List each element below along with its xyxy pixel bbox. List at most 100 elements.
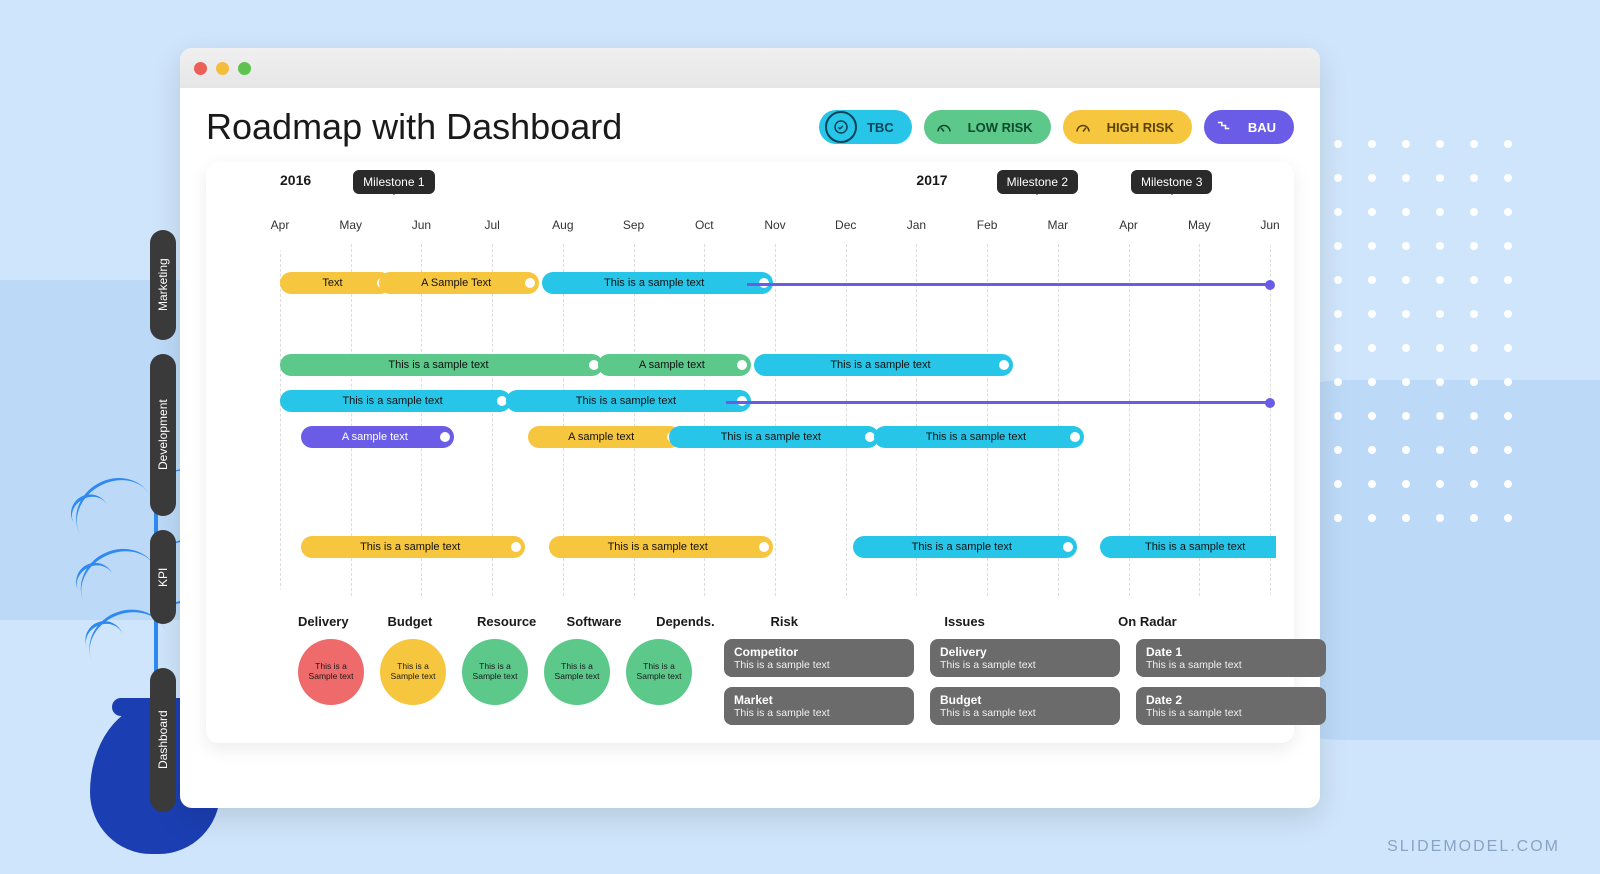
month-label: Jan (907, 218, 926, 232)
month-label: May (1188, 218, 1211, 232)
info-chip[interactable]: CompetitorThis is a sample text (724, 639, 914, 677)
chip-title: Competitor (734, 645, 904, 659)
bar-label: This is a sample text (1145, 541, 1245, 553)
milestone-marker[interactable]: Milestone 1 (353, 170, 434, 194)
legend: TBC LOW RISK HIGH RISK BAU (819, 110, 1294, 144)
bar-label: A Sample Text (421, 277, 491, 289)
year-label: 2017 (916, 172, 947, 188)
track-labels: Marketing Development KPI Dashboard (150, 230, 176, 812)
gantt-bar[interactable]: This is a sample text (1100, 536, 1276, 558)
chip-sub: This is a sample text (734, 707, 904, 719)
window-minimize-icon[interactable] (216, 62, 229, 75)
timeline-months: AprMayJunJulAugSepOctNovDecJanFebMarAprM… (280, 218, 1276, 240)
status-circle[interactable]: This is a Sample text (462, 639, 528, 705)
info-chip[interactable]: Date 1This is a sample text (1136, 639, 1326, 677)
timeline-grid: Text A Sample Text This is a sample text Th… (280, 244, 1276, 596)
window-close-icon[interactable] (194, 62, 207, 75)
gantt-dependency-line (726, 401, 1271, 404)
bar-label: A sample text (568, 431, 634, 443)
legend-tbc[interactable]: TBC (819, 110, 912, 144)
gantt-bar[interactable]: This is a sample text (874, 426, 1084, 448)
track-label-dashboard[interactable]: Dashboard (150, 668, 176, 812)
legend-bau[interactable]: BAU (1204, 110, 1294, 144)
bar-label: This is a sample text (608, 541, 708, 553)
legend-low-risk[interactable]: LOW RISK (924, 110, 1051, 144)
bar-label: This is a sample text (388, 359, 488, 371)
check-badge-icon (825, 111, 857, 143)
info-chip[interactable]: Date 2This is a sample text (1136, 687, 1326, 725)
info-chip[interactable]: DeliveryThis is a sample text (930, 639, 1120, 677)
status-circle[interactable]: This is a Sample text (298, 639, 364, 705)
dash-header: Resource (477, 614, 551, 629)
month-label: Jul (484, 218, 499, 232)
status-circle[interactable]: This is a Sample text (544, 639, 610, 705)
status-circle[interactable]: This is a Sample text (626, 639, 692, 705)
gantt-bar[interactable]: A sample text (528, 426, 681, 448)
legend-high-risk[interactable]: HIGH RISK (1063, 110, 1192, 144)
dash-header: Budget (388, 614, 462, 629)
gantt-bar[interactable]: A sample text (598, 354, 751, 376)
milestone-marker[interactable]: Milestone 2 (997, 170, 1078, 194)
dash-header: On Radar (1118, 614, 1276, 629)
legend-label: BAU (1248, 120, 1276, 135)
window-maximize-icon[interactable] (238, 62, 251, 75)
bar-label: This is a sample text (576, 395, 676, 407)
legend-label: TBC (867, 120, 894, 135)
chip-title: Delivery (940, 645, 1110, 659)
gantt-bar[interactable]: This is a sample text (669, 426, 879, 448)
month-label: Jun (412, 218, 431, 232)
gantt-bar[interactable]: This is a sample text (549, 536, 773, 558)
gantt-bar[interactable]: This is a sample text (301, 536, 525, 558)
gantt-bar[interactable]: Text (280, 272, 391, 294)
chip-sub: This is a sample text (940, 659, 1110, 671)
gantt-bar[interactable]: This is a sample text (853, 536, 1077, 558)
gauge-low-icon (930, 113, 958, 141)
gauge-high-icon (1069, 113, 1097, 141)
bar-label: Text (322, 277, 342, 289)
bar-label: This is a sample text (912, 541, 1012, 553)
chip-title: Market (734, 693, 904, 707)
month-label: Jun (1260, 218, 1279, 232)
bar-label: This is a sample text (830, 359, 930, 371)
track-label-marketing[interactable]: Marketing (150, 230, 176, 340)
track-label-development[interactable]: Development (150, 354, 176, 516)
watermark: SLIDEMODEL.COM (1387, 838, 1560, 856)
month-label: Feb (977, 218, 998, 232)
chip-sub: This is a sample text (1146, 707, 1316, 719)
milestone-marker[interactable]: Milestone 3 (1131, 170, 1212, 194)
steps-icon (1210, 113, 1238, 141)
dash-header: Software (567, 614, 641, 629)
gantt-bar[interactable]: This is a sample text (754, 354, 1013, 376)
chip-title: Budget (940, 693, 1110, 707)
timeline-panel: MarketingDevelopmentKPIDashboard 2016201… (206, 162, 1294, 743)
dash-header: Issues (944, 614, 1102, 629)
page-title: Roadmap with Dashboard (206, 106, 622, 148)
gantt-bar[interactable]: This is a sample text (280, 390, 511, 412)
bar-label: This is a sample text (342, 395, 442, 407)
gantt-bar[interactable]: A Sample Text (379, 272, 539, 294)
gantt-bar[interactable]: This is a sample text (542, 272, 773, 294)
gantt-dependency-line (747, 283, 1270, 286)
track-label-kpi[interactable]: KPI (150, 530, 176, 624)
legend-label: HIGH RISK (1107, 120, 1174, 135)
bar-label: A sample text (342, 431, 408, 443)
chip-sub: This is a sample text (734, 659, 904, 671)
gantt-bar[interactable]: This is a sample text (506, 390, 751, 412)
legend-label: LOW RISK (968, 120, 1033, 135)
gantt-bar[interactable]: This is a sample text (280, 354, 603, 376)
month-label: Aug (552, 218, 573, 232)
bar-label: This is a sample text (604, 277, 704, 289)
bar-label: This is a sample text (721, 431, 821, 443)
dash-header: Delivery (298, 614, 372, 629)
dash-header: Risk (771, 614, 929, 629)
month-label: Mar (1048, 218, 1069, 232)
status-circle[interactable]: This is a Sample text (380, 639, 446, 705)
month-label: Oct (695, 218, 714, 232)
month-label: Apr (271, 218, 290, 232)
month-label: Nov (764, 218, 785, 232)
info-chip[interactable]: BudgetThis is a sample text (930, 687, 1120, 725)
year-label: 2016 (280, 172, 311, 188)
chip-sub: This is a sample text (940, 707, 1110, 719)
info-chip[interactable]: MarketThis is a sample text (724, 687, 914, 725)
gantt-bar[interactable]: A sample text (301, 426, 454, 448)
